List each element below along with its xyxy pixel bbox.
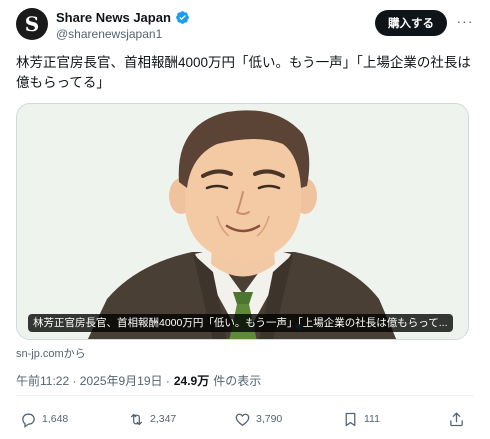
link-card[interactable]: 林芳正官房長官、首相報酬4000万円「低い。もう一声」「上場企業の社長は億もらっ… — [16, 103, 469, 340]
reply-icon — [22, 413, 35, 428]
author-name[interactable]: Share News Japan — [56, 10, 171, 25]
bookmark-icon — [345, 412, 356, 426]
share-icon — [450, 411, 463, 426]
reply-button[interactable]: 1,648 — [20, 408, 68, 430]
repost-count: 2,347 — [150, 413, 177, 425]
bookmark-count: 111 — [364, 413, 380, 425]
views-count: 24.9万 — [173, 374, 210, 388]
card-source[interactable]: sn-jp.comから — [16, 345, 86, 361]
avatar[interactable]: S — [16, 8, 48, 40]
post-meta: 午前11:22 · 2025年9月19日 · 24.9万 件の表示 — [16, 372, 261, 389]
author-row: Share News Japan — [56, 10, 190, 25]
like-count: 3,790 — [256, 413, 283, 425]
post-text: 林芳正官房長官、首相報酬4000万円「低い。もう一声」「上場企業の社長は億もらっ… — [16, 55, 471, 90]
bookmark-button[interactable]: 111 — [342, 408, 380, 430]
more-icon[interactable]: ··· — [456, 12, 474, 30]
divider — [16, 395, 474, 396]
verified-badge-icon — [175, 11, 189, 24]
like-button[interactable]: 3,790 — [234, 408, 282, 430]
views-label: 件の表示 — [213, 374, 262, 388]
author-handle[interactable]: @sharenewsjapan1 — [56, 27, 162, 41]
repost-button[interactable]: 2,347 — [128, 408, 176, 430]
card-caption: 林芳正官房長官、首相報酬4000万円「低い。もう一声」「上場企業の社長は億もらっ… — [28, 314, 453, 332]
action-bar: 1,648 2,347 3,790 111 — [16, 408, 474, 430]
like-icon — [235, 413, 250, 426]
repost-icon — [130, 413, 143, 425]
reply-count: 1,648 — [42, 413, 69, 425]
post-timestamp[interactable]: 午前11:22 · 2025年9月19日 · — [16, 372, 170, 389]
buy-button[interactable]: 購入する — [375, 10, 447, 36]
card-illustration — [17, 104, 468, 339]
post-header: S Share News Japan @sharenewsjapan1 購入する… — [16, 8, 474, 44]
share-button[interactable] — [448, 408, 465, 430]
